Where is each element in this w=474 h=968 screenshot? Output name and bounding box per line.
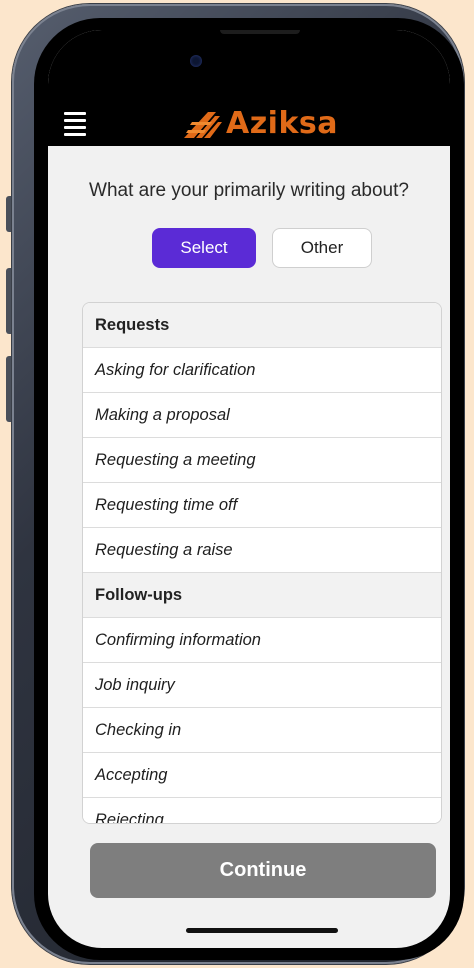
list-section-header: Requests — [83, 303, 441, 348]
speaker-grille — [220, 30, 300, 34]
home-indicator[interactable] — [186, 928, 338, 933]
list-item[interactable]: Confirming information — [83, 618, 441, 663]
tab-select[interactable]: Select — [152, 228, 256, 268]
app-logo: Aziksa — [182, 103, 338, 143]
list-item[interactable]: Checking in — [83, 708, 441, 753]
question-heading: What are your primarily writing about? — [89, 180, 409, 201]
list-item[interactable]: Requesting a meeting — [83, 438, 441, 483]
list-section-header: Follow-ups — [83, 573, 441, 618]
app-screen: Aziksa What are your primarily writing a… — [48, 30, 450, 948]
app-header: Aziksa — [48, 30, 450, 146]
phone-frame: Aziksa What are your primarily writing a… — [12, 4, 464, 964]
topic-list: Requests Asking for clarification Making… — [82, 302, 442, 824]
list-item[interactable]: Job inquiry — [83, 663, 441, 708]
hamburger-menu-icon[interactable] — [64, 112, 86, 136]
list-item[interactable]: Asking for clarification — [83, 348, 441, 393]
logo-mark-icon — [184, 112, 222, 138]
list-item[interactable]: Rejecting — [83, 798, 441, 823]
list-item[interactable]: Requesting a raise — [83, 528, 441, 573]
list-item[interactable]: Accepting — [83, 753, 441, 798]
phone-bezel: Aziksa What are your primarily writing a… — [34, 18, 464, 960]
continue-button[interactable]: Continue — [90, 843, 436, 898]
list-item[interactable]: Requesting time off — [83, 483, 441, 528]
tab-other[interactable]: Other — [272, 228, 372, 268]
logo-text: Aziksa — [226, 105, 339, 141]
front-camera-icon — [190, 55, 202, 67]
list-item[interactable]: Making a proposal — [83, 393, 441, 438]
